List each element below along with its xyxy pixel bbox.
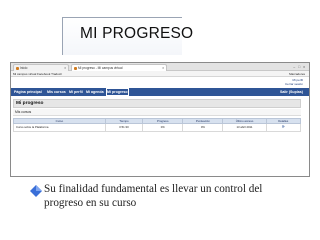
site-banner: Mi perfil Cerrar sesión [11,77,309,88]
section-header: Mis cursos [13,109,301,116]
menu-item-home[interactable]: Página principal [14,88,42,96]
cell-details: » [265,123,302,132]
table-row: Curso sobre la Plataforma 0:51:30 0% 0% … [13,123,302,132]
progress-table: Curso Tiempo Progreso Puntuación Último … [13,118,302,132]
page-heading: Mi progreso [13,99,301,108]
logout-link[interactable]: Cerrar sesión [285,82,303,86]
menu-item-courses[interactable]: Mis cursos [47,88,66,96]
page-title: Mi progreso [16,101,44,106]
section-title: Mis cursos [15,110,32,114]
embedded-screenshot: Inicio x Mi progreso - Mi campus virtual… [10,62,310,177]
menu-item-agenda[interactable]: Mi agenda [86,88,104,96]
slide-title: MI PROGRESO [80,25,194,42]
cell-score: 0% [182,123,224,132]
main-menu: Página principal Mis cursos Mi perfil Mi… [11,88,309,96]
favicon-icon [74,67,77,70]
browser-tab-mi-progreso[interactable]: Mi progreso - Mi campus virtual x [71,64,167,71]
favicon-icon [16,67,19,70]
menu-item-progress[interactable]: Mi progreso [106,88,129,96]
bullet-line-1: Su finalidad fundamental es llevar un co… [44,183,263,195]
menu-item-profile[interactable]: Mi perfil [69,88,83,96]
browser-tab-bar: Inicio x Mi progreso - Mi campus virtual… [11,63,309,71]
diamond-bullet-icon [30,185,42,197]
bullet-line-2: progreso en su curso [44,197,137,209]
cell-time: 0:51:30 [104,123,144,132]
cell-last-access: 13 abril 2011 [222,123,267,132]
cell-course[interactable]: Curso sobre la Plataforma [13,123,106,132]
menu-item-logout[interactable]: Salir (Suplas) [280,88,303,96]
cell-progress: 0% [142,123,184,132]
details-arrow-icon[interactable]: » [282,125,285,131]
window-buttons[interactable]: – □ x [293,64,306,70]
browser-tab-inicio[interactable]: Inicio x [13,64,69,71]
bullet-text: Su finalidad fundamental es llevar un co… [44,182,294,210]
